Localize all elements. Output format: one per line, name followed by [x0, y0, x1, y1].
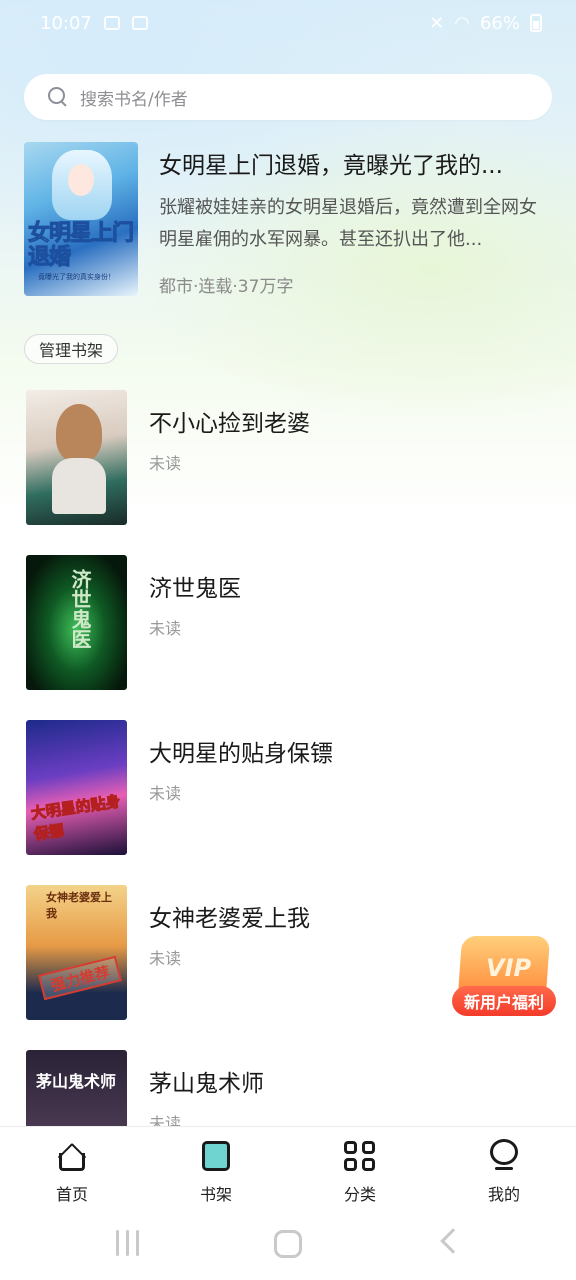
book-title: 济世鬼医: [149, 576, 241, 602]
book-item[interactable]: 大明星的贴身保镖 大明星的贴身保镖 未读: [26, 720, 556, 856]
featured-book-meta: 都市·连载·37万字: [159, 277, 294, 297]
profile-icon: [489, 1139, 519, 1173]
book-read-status: 未读: [149, 1114, 182, 1126]
vip-label: 新用户福利: [452, 986, 556, 1016]
status-bar: 10:07 ✕ ◠ 66%: [0, 0, 576, 46]
book-item[interactable]: 济世鬼医 济世鬼医 未读: [26, 555, 556, 691]
tab-label: 首页: [55, 1185, 88, 1204]
recents-icon[interactable]: [116, 1230, 140, 1256]
clock: 10:07: [40, 12, 92, 34]
search-icon: [48, 87, 68, 107]
manage-bookshelf-button[interactable]: 管理书架: [24, 334, 119, 364]
system-navigation-bar: [0, 1212, 576, 1280]
tab-label: 分类: [343, 1185, 376, 1204]
cover-title: 茅山鬼术师: [36, 1072, 117, 1091]
back-icon[interactable]: [440, 1228, 466, 1254]
featured-book[interactable]: 女明星上门退婚 竟曝光了我的真实身份！ 女明星上门退婚，竟曝光了我的... 张耀…: [24, 142, 552, 297]
category-icon: [344, 1141, 376, 1171]
book-read-status: 未读: [149, 784, 182, 803]
book-cover[interactable]: [26, 390, 127, 525]
book-read-status: 未读: [149, 454, 182, 473]
vip-text: VIP: [486, 954, 532, 982]
wifi-icon: ◠: [454, 12, 470, 34]
bottom-tab-bar: 首页 书架 分类 我的: [0, 1126, 576, 1212]
new-user-vip-badge[interactable]: VIP 新用户福利: [450, 936, 558, 1020]
home-icon: [56, 1141, 88, 1172]
cover-title: 大明星的贴身保镖: [29, 792, 122, 844]
cover-art: [52, 458, 106, 514]
featured-book-title[interactable]: 女明星上门退婚，竟曝光了我的...: [159, 146, 552, 180]
cover-title: 女明星上门退婚: [28, 221, 135, 270]
tab-label: 书架: [199, 1185, 232, 1204]
tab-category[interactable]: 分类: [288, 1127, 432, 1213]
book-title: 大明星的贴身保镖: [149, 741, 333, 767]
cover-title: 济世鬼医: [68, 569, 92, 649]
cover-art: [56, 404, 102, 462]
home-button-icon[interactable]: [274, 1230, 302, 1258]
bookshelf-icon: [202, 1141, 230, 1171]
mute-icon: ✕: [429, 12, 445, 34]
recommend-stamp: 强力推荐: [38, 955, 122, 1001]
cover-subtitle: 竟曝光了我的真实身份！: [38, 273, 115, 281]
book-title: 不小心捡到老婆: [149, 411, 310, 437]
tab-bookshelf[interactable]: 书架: [144, 1127, 288, 1213]
book-item[interactable]: 茅山鬼术师 茅山鬼术师 未读: [26, 1050, 556, 1126]
tab-profile[interactable]: 我的: [432, 1127, 576, 1213]
book-read-status: 未读: [149, 619, 182, 638]
book-title: 女神老婆爱上我: [149, 906, 310, 932]
cover-title: 女神老婆爱上我: [46, 891, 112, 920]
book-read-status: 未读: [149, 949, 182, 968]
battery-icon: [530, 14, 542, 32]
tab-label: 我的: [487, 1185, 520, 1204]
featured-book-description: 张耀被娃娃亲的女明星退婚后，竟然遭到全网女明星雇佣的水军网暴。甚至还扒出了他..…: [159, 197, 537, 250]
book-cover[interactable]: 大明星的贴身保镖: [26, 720, 127, 855]
battery-percent: 66%: [479, 12, 520, 34]
book-item[interactable]: 不小心捡到老婆 未读: [26, 390, 556, 526]
book-cover[interactable]: 女神老婆爱上我 强力推荐: [26, 885, 127, 1020]
book-cover[interactable]: 济世鬼医: [26, 555, 127, 690]
cover-art: [68, 164, 94, 196]
search-placeholder: 搜索书名/作者: [80, 89, 188, 110]
notification-icon: [131, 16, 148, 30]
search-bar[interactable]: 搜索书名/作者: [24, 74, 552, 120]
featured-book-cover[interactable]: 女明星上门退婚 竟曝光了我的真实身份！: [24, 142, 138, 296]
tab-home[interactable]: 首页: [0, 1127, 144, 1213]
notification-icon: [103, 16, 120, 30]
book-title: 茅山鬼术师: [149, 1071, 264, 1097]
book-cover[interactable]: 茅山鬼术师: [26, 1050, 127, 1126]
